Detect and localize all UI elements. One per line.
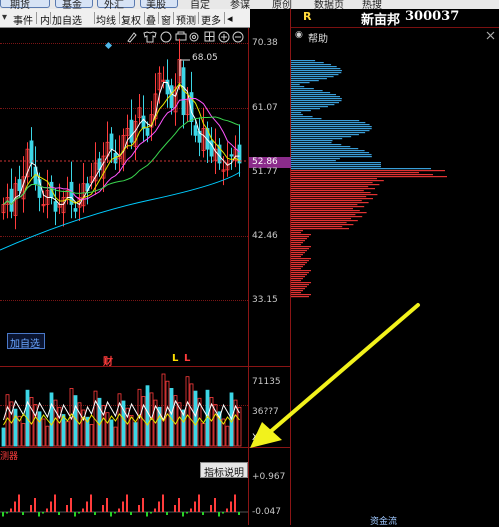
annotation-arrow-icon — [250, 303, 420, 448]
